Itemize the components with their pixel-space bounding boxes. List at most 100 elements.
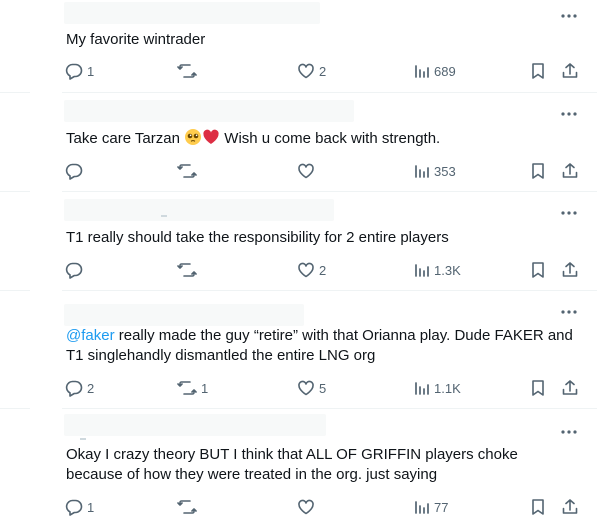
speech-bubble-icon	[65, 379, 83, 397]
bookmark-button[interactable]	[530, 61, 546, 81]
redacted-author-name	[64, 414, 326, 436]
divider	[0, 191, 30, 192]
view-count: 1.3K	[434, 262, 461, 278]
reply-button[interactable]: 1	[65, 497, 94, 517]
repost-button[interactable]	[177, 161, 197, 181]
share-upload-icon	[561, 162, 579, 180]
share-upload-icon	[561, 498, 579, 516]
like-count: 5	[319, 380, 327, 396]
views-button[interactable]: 353	[414, 161, 456, 181]
repost-arrows-icon	[177, 261, 197, 279]
heart-outline-icon	[297, 379, 315, 397]
reply-button[interactable]	[65, 260, 83, 280]
share-button[interactable]	[561, 378, 579, 398]
more-dots-icon[interactable]	[559, 8, 579, 24]
bookmark-button[interactable]	[530, 497, 546, 517]
repost-arrows-icon	[177, 62, 197, 80]
heart-outline-icon	[297, 261, 315, 279]
like-button[interactable]	[297, 161, 315, 181]
reply-text: @faker really made the guy “retire” with…	[66, 326, 573, 366]
share-button[interactable]	[561, 161, 579, 181]
like-button[interactable]: 5	[297, 378, 326, 398]
bar-chart-icon	[414, 499, 430, 515]
heart-outline-icon	[297, 62, 315, 80]
bookmark-icon	[530, 261, 546, 279]
repost-button[interactable]	[177, 497, 197, 517]
bookmark-button[interactable]	[530, 378, 546, 398]
share-button[interactable]	[561, 497, 579, 517]
bookmark-button[interactable]	[530, 161, 546, 181]
divider	[0, 408, 30, 409]
reply-text: My favorite wintrader	[66, 31, 206, 48]
reply-button[interactable]: 1	[65, 61, 94, 81]
view-count: 77	[434, 499, 449, 515]
bar-chart-icon	[414, 380, 430, 396]
like-button[interactable]: 2	[297, 260, 326, 280]
heart-outline-icon	[297, 162, 315, 180]
views-button[interactable]: 1.1K	[414, 378, 461, 398]
share-button[interactable]	[561, 260, 579, 280]
reply-count: 2	[87, 380, 95, 396]
more-dots-icon[interactable]	[559, 106, 579, 122]
reply-item[interactable]: Take care Tarzan Wish u come back with s…	[62, 92, 597, 192]
reply-text: Take care Tarzan Wish u come back with s…	[66, 128, 573, 149]
more-dots-icon[interactable]	[559, 205, 579, 221]
action-bar: 1 77	[62, 497, 597, 517]
repost-arrows-icon	[177, 379, 197, 397]
redacted-author-name	[64, 100, 354, 122]
heart-outline-icon	[297, 498, 315, 516]
speech-bubble-icon	[65, 261, 83, 279]
repost-button[interactable]	[177, 260, 197, 280]
reply-button[interactable]	[65, 161, 83, 181]
reply-text: T1 really should take the responsibility…	[66, 229, 449, 246]
views-button[interactable]: 1.3K	[414, 260, 461, 280]
redacted-author-name	[64, 199, 334, 221]
speech-bubble-icon	[65, 162, 83, 180]
bar-chart-icon	[414, 63, 430, 79]
red-heart-emoji	[202, 128, 220, 146]
reply-text-end: Wish u come back with strength.	[220, 130, 441, 147]
more-dots-icon[interactable]	[559, 424, 579, 440]
reply-count: 1	[87, 63, 95, 79]
action-bar: 1 2 689	[62, 61, 597, 81]
reply-item[interactable]: Okay I crazy theory BUT I think that ALL…	[62, 408, 597, 528]
reply-text-body: really made the guy “retire” with that O…	[66, 327, 573, 364]
bar-chart-icon	[414, 262, 430, 278]
share-button[interactable]	[561, 61, 579, 81]
name-fragment	[80, 438, 86, 440]
view-count: 689	[434, 63, 456, 79]
speech-bubble-icon	[65, 498, 83, 516]
bar-chart-icon	[414, 163, 430, 179]
reply-button[interactable]: 2	[65, 378, 94, 398]
reply-item[interactable]: My favorite wintrader 1 2 689	[62, 0, 597, 93]
repost-arrows-icon	[177, 498, 197, 516]
repost-button[interactable]	[177, 61, 197, 81]
view-count: 353	[434, 163, 456, 179]
bookmark-icon	[530, 379, 546, 397]
like-count: 2	[319, 262, 327, 278]
pleading-face-emoji	[184, 128, 202, 146]
action-bar: 2 1 5 1.1K	[62, 378, 597, 398]
mention-link[interactable]: @faker	[66, 327, 115, 344]
repost-button[interactable]: 1	[177, 378, 208, 398]
repost-arrows-icon	[177, 162, 197, 180]
name-fragment	[161, 215, 167, 217]
reply-item[interactable]: T1 really should take the responsibility…	[62, 191, 597, 291]
views-button[interactable]: 77	[414, 497, 448, 517]
reply-item[interactable]: @faker really made the guy “retire” with…	[62, 290, 597, 409]
bookmark-icon	[530, 162, 546, 180]
like-button[interactable]: 2	[297, 61, 326, 81]
redacted-author-name	[64, 304, 304, 326]
more-dots-icon[interactable]	[559, 304, 579, 320]
reply-count: 1	[87, 499, 95, 515]
views-button[interactable]: 689	[414, 61, 456, 81]
speech-bubble-icon	[65, 62, 83, 80]
action-bar: 2 1.3K	[62, 260, 597, 280]
bookmark-icon	[530, 62, 546, 80]
bookmark-button[interactable]	[530, 260, 546, 280]
reply-text: Okay I crazy theory BUT I think that ALL…	[66, 446, 518, 483]
divider	[0, 92, 30, 93]
share-upload-icon	[561, 62, 579, 80]
like-button[interactable]	[297, 497, 315, 517]
share-upload-icon	[561, 379, 579, 397]
